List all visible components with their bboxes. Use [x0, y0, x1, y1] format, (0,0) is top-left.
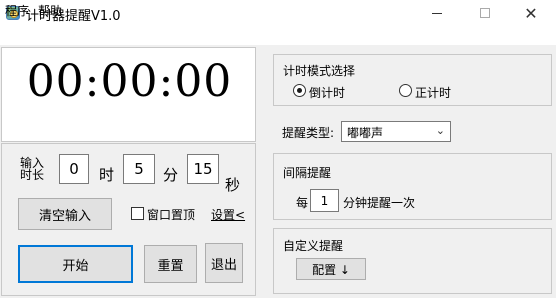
interval-suffix: 分钟提醒一次 [343, 196, 416, 210]
duration-label: 输入 时长 [20, 156, 45, 182]
interval-reminder-title: 间隔提醒 [283, 166, 332, 180]
minimize-icon [432, 12, 442, 14]
config-button[interactable]: 配置 ↓ [296, 258, 366, 280]
menu-bar [0, 26, 556, 45]
chevron-down-icon: ⌄ [435, 124, 445, 137]
maximize-button[interactable] [462, 0, 508, 26]
timer-mode-title: 计时模式选择 [283, 64, 356, 78]
hours-input[interactable]: 0 [59, 154, 89, 184]
settings-link[interactable]: 设置< [211, 206, 245, 223]
countup-radio[interactable] [399, 84, 412, 97]
hours-unit-label: 时 [99, 166, 115, 184]
reminder-type-value: 嘟嘟声 [347, 126, 384, 140]
always-on-top-checkbox[interactable] [131, 207, 144, 220]
close-button[interactable]: ✕ [508, 0, 554, 26]
seconds-unit-label: 秒 [225, 176, 241, 194]
minutes-input[interactable]: 5 [123, 154, 155, 184]
start-button[interactable]: 开始 [18, 245, 133, 283]
maximize-icon [480, 8, 490, 18]
menu-program[interactable]: 程序 [5, 2, 29, 19]
exit-button[interactable]: 退出 [205, 243, 243, 283]
custom-reminder-title: 自定义提醒 [283, 239, 344, 253]
clock-panel: 00:00:00 [1, 47, 256, 142]
reset-button[interactable]: 重置 [144, 245, 197, 283]
countdown-radio[interactable] [293, 84, 306, 97]
countup-label[interactable]: 正计时 [415, 84, 451, 101]
close-icon: ✕ [524, 3, 538, 23]
interval-prefix: 每 [296, 196, 309, 210]
clock-display: 00:00:00 [26, 56, 233, 107]
countdown-label[interactable]: 倒计时 [309, 84, 345, 101]
reminder-type-label: 提醒类型: [282, 126, 335, 140]
interval-minutes-input[interactable]: 1 [310, 189, 339, 212]
always-on-top-label[interactable]: 窗口置顶 [147, 206, 195, 223]
seconds-input[interactable]: 15 [187, 154, 219, 184]
minimize-button[interactable] [414, 0, 460, 26]
clear-input-button[interactable]: 清空输入 [18, 198, 112, 230]
menu-help[interactable]: 帮助 [38, 2, 62, 19]
minutes-unit-label: 分 [163, 166, 179, 184]
reminder-type-select[interactable]: 嘟嘟声 ⌄ [341, 121, 451, 142]
